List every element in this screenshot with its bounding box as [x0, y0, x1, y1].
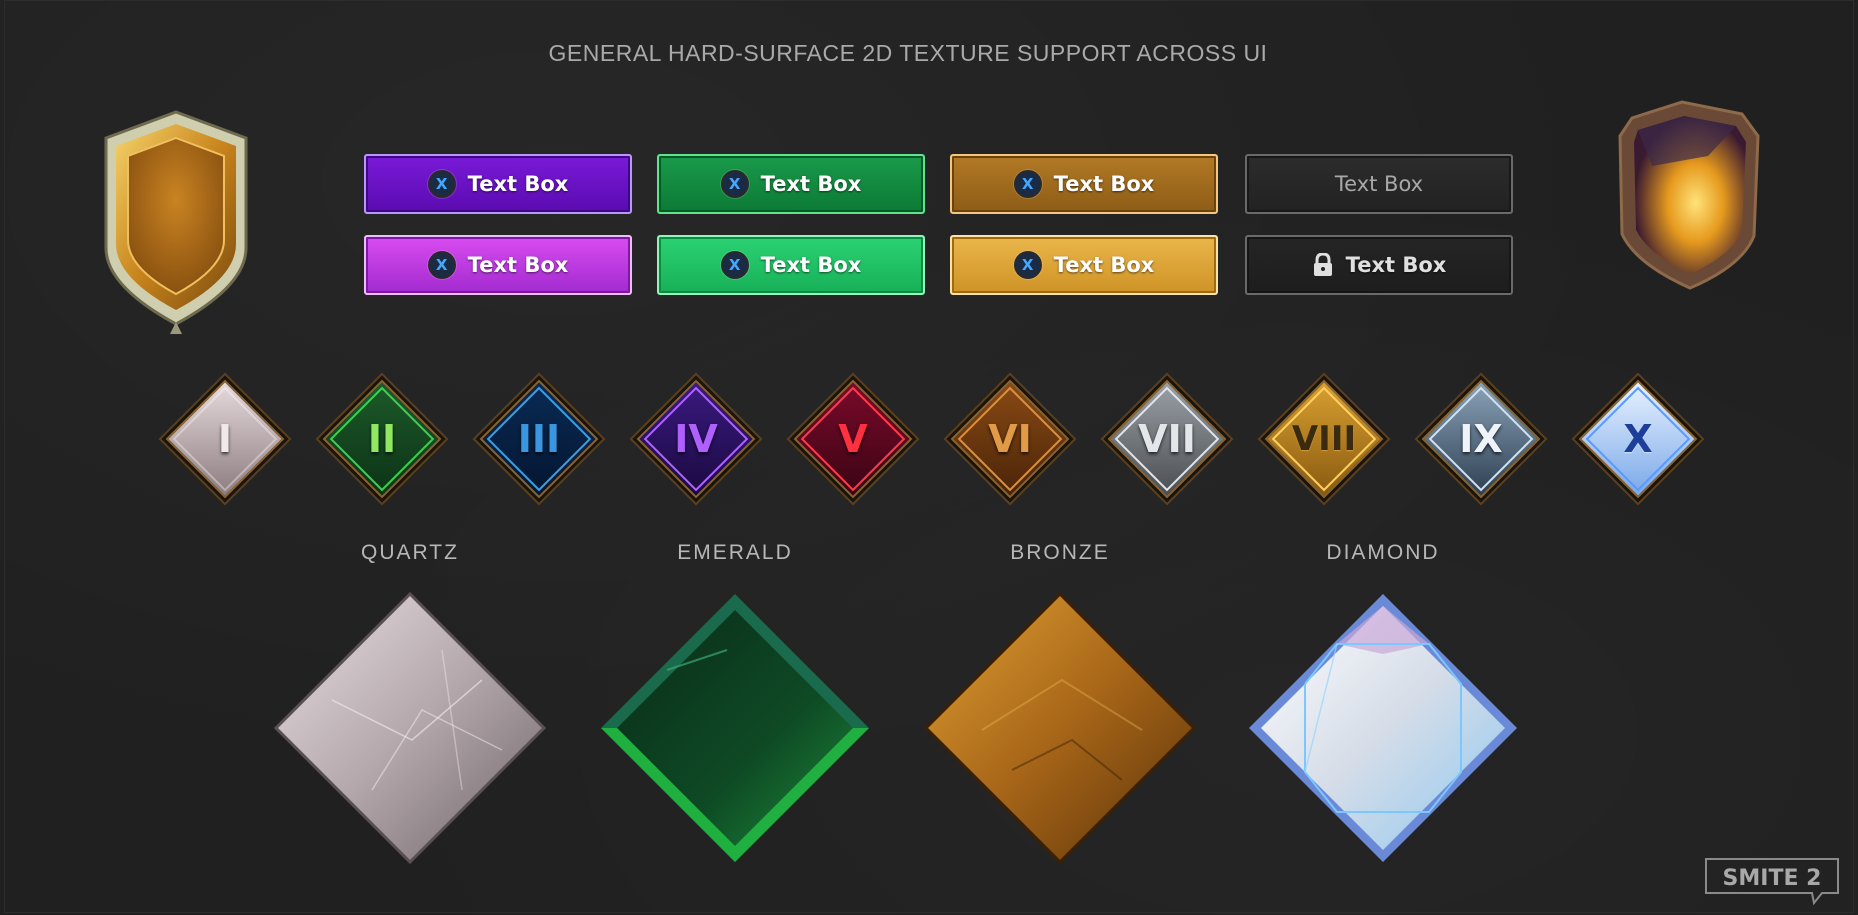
page-title: GENERAL HARD-SURFACE 2D TEXTURE SUPPORT …: [548, 40, 1268, 66]
x-button-icon: X: [720, 251, 749, 279]
light-purple-text-box-button[interactable]: X Text Box: [364, 235, 632, 295]
rank-numeral: VIII: [1291, 419, 1357, 459]
rank-numeral: III: [517, 417, 561, 461]
rank-numeral: X: [1623, 417, 1653, 461]
x-button-icon: X: [720, 170, 749, 198]
tier-label-emerald: EMERALD: [677, 541, 793, 564]
button-label: Text Box: [467, 172, 569, 196]
disabled-text-box-button[interactable]: Text Box: [1245, 154, 1513, 214]
button-label: Text Box: [1053, 253, 1155, 277]
rank-numeral: IX: [1459, 417, 1503, 461]
rank-badge-3: III: [472, 372, 606, 506]
tier-label-quartz: QUARTZ: [361, 541, 459, 564]
rank-badge-4: IV: [629, 372, 763, 506]
gold-text-box-button[interactable]: X Text Box: [950, 154, 1218, 214]
rank-badge-2: II: [315, 372, 449, 506]
light-green-text-box-button[interactable]: X Text Box: [657, 235, 925, 295]
glowing-shield-icon: [1618, 100, 1760, 290]
rank-numeral: VI: [988, 417, 1032, 461]
button-label: Text Box: [1334, 172, 1424, 196]
button-label: Text Box: [1345, 253, 1447, 277]
rank-badge-1: I: [158, 372, 292, 506]
rank-badge-6: VI: [943, 372, 1077, 506]
locked-text-box-button[interactable]: Text Box: [1245, 235, 1513, 295]
rank-badge-9: IX: [1414, 372, 1548, 506]
rank-badge-8: VIII: [1257, 372, 1391, 506]
x-button-icon: X: [1013, 251, 1042, 279]
purple-text-box-button[interactable]: X Text Box: [364, 154, 632, 214]
smite-2-logo: SMITE 2: [1705, 858, 1839, 905]
tier-label-diamond: DIAMOND: [1326, 541, 1440, 564]
x-button-icon: X: [427, 251, 456, 279]
rank-numeral: I: [217, 417, 233, 461]
x-button-icon: X: [427, 170, 456, 198]
light-gold-text-box-button[interactable]: X Text Box: [950, 235, 1218, 295]
rank-badge-5: V: [786, 372, 920, 506]
button-label: Text Box: [1053, 172, 1155, 196]
emerald-diamond-icon: [601, 594, 869, 862]
diamond-tier-icon: [1249, 594, 1517, 862]
rank-badge-7: VII: [1100, 372, 1234, 506]
quartz-diamond-icon: [273, 591, 547, 865]
rank-numeral: VII: [1138, 417, 1196, 461]
rank-numeral: II: [367, 417, 397, 461]
button-label: Text Box: [467, 253, 569, 277]
rank-numeral: V: [838, 417, 868, 461]
lock-icon: [1313, 253, 1332, 276]
bronze-diamond-icon: [923, 591, 1197, 865]
logo-text: SMITE 2: [1723, 866, 1822, 891]
x-button-icon: X: [1013, 170, 1042, 198]
tier-label-bronze: BRONZE: [1010, 541, 1110, 564]
green-text-box-button[interactable]: X Text Box: [657, 154, 925, 214]
button-label: Text Box: [760, 172, 862, 196]
button-label: Text Box: [760, 253, 862, 277]
rank-badge-10: X: [1571, 372, 1705, 506]
rank-numeral: IV: [674, 417, 718, 461]
gold-shield-icon: [104, 110, 248, 334]
